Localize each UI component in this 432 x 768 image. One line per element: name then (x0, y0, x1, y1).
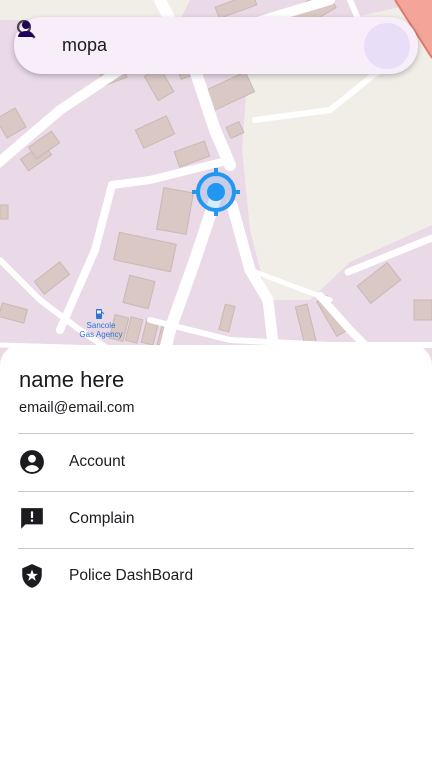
feedback-icon (18, 505, 46, 533)
search-bar[interactable] (14, 17, 418, 74)
bottom-sheet: name here email@email.com Account Compla… (0, 345, 432, 768)
menu-item-police-dashboard[interactable]: Police DashBoard (18, 548, 414, 604)
menu-item-account[interactable]: Account (18, 434, 414, 490)
menu-label-account: Account (69, 453, 126, 470)
menu-label-police-dashboard: Police DashBoard (69, 567, 194, 584)
account-circle-icon (18, 448, 46, 476)
place-label[interactable]: Sancole Gas Agency (72, 321, 130, 339)
profile-button[interactable] (18, 21, 410, 69)
menu-label-complain: Complain (69, 510, 135, 527)
search-input[interactable] (62, 25, 364, 66)
user-name: name here (19, 367, 125, 392)
police-shield-icon (18, 562, 46, 590)
user-email: email@email.com (19, 400, 135, 416)
fuel-station-icon (95, 308, 105, 320)
current-location-marker (190, 166, 242, 218)
place-label-line1: Sancole (86, 321, 116, 330)
place-label-line2: Gas Agency (79, 330, 123, 339)
menu-item-complain[interactable]: Complain (18, 491, 414, 547)
map-view[interactable]: Sancole Gas Agency (0, 0, 432, 370)
